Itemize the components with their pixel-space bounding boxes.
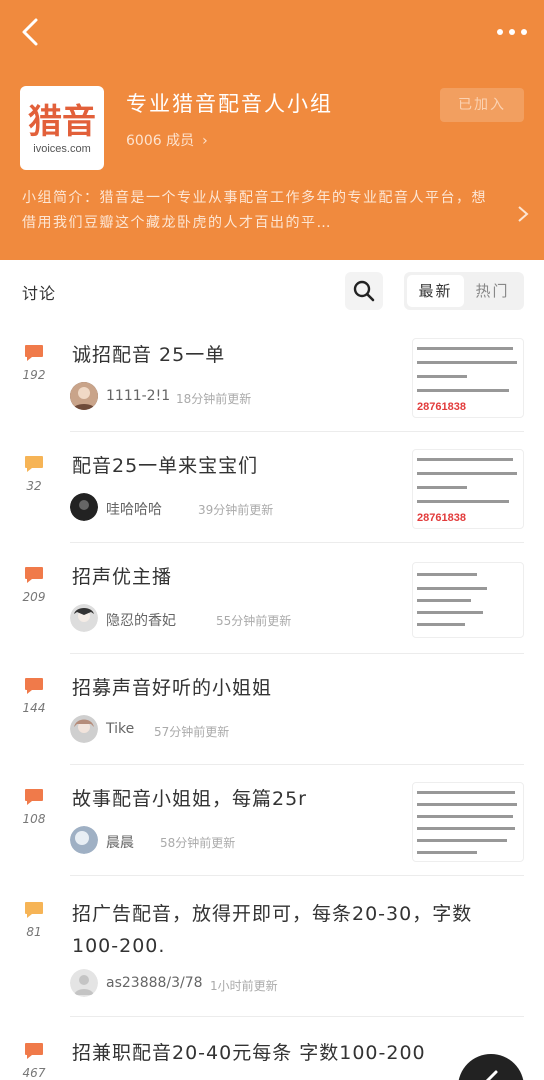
avatar[interactable] bbox=[70, 715, 98, 743]
group-header: 猎音 ivoices.com 专业猎音配音人小组 6006 成员 › 已加入 小组… bbox=[0, 0, 544, 260]
comment-icon bbox=[25, 345, 43, 361]
divider bbox=[70, 542, 524, 543]
comment-icon bbox=[25, 567, 43, 583]
post-author[interactable]: as23888/3/78 bbox=[106, 975, 203, 991]
comment-icon bbox=[25, 789, 43, 805]
member-count-text: 6006 成员 bbox=[126, 133, 195, 149]
post-title-continued[interactable]: 100-200. bbox=[72, 929, 165, 963]
reply-count: 144 bbox=[22, 701, 46, 715]
pen-icon bbox=[485, 1070, 498, 1080]
post-thumbnail[interactable]: 28761838 bbox=[412, 449, 524, 529]
joined-button[interactable]: 已加入 bbox=[440, 88, 524, 122]
post-title[interactable]: 诚招配音 25一单 bbox=[72, 338, 225, 372]
divider bbox=[70, 653, 524, 654]
comment-icon bbox=[25, 456, 43, 472]
post-thumbnail[interactable] bbox=[412, 562, 524, 638]
back-button[interactable] bbox=[14, 14, 50, 50]
post-author[interactable]: 1111-2!1 bbox=[106, 388, 170, 404]
list-item[interactable]: 209 招声优主播 隐忍的香妃 55分钟前更新 bbox=[0, 544, 544, 654]
post-author[interactable]: 隐忍的香妃 bbox=[106, 610, 176, 630]
reply-count: 81 bbox=[26, 925, 42, 939]
divider bbox=[70, 1016, 524, 1017]
post-time: 58分钟前更新 bbox=[160, 836, 236, 850]
post-time: 39分钟前更新 bbox=[198, 503, 274, 517]
post-thumbnail[interactable] bbox=[412, 782, 524, 862]
group-logo: 猎音 ivoices.com bbox=[20, 86, 104, 170]
tab-hot[interactable]: 热门 bbox=[464, 275, 521, 307]
post-thumbnail[interactable]: 28761838 bbox=[412, 338, 524, 418]
post-title[interactable]: 招募声音好听的小姐姐 bbox=[72, 671, 272, 705]
post-author[interactable]: Tike bbox=[106, 721, 134, 737]
avatar[interactable] bbox=[70, 969, 98, 997]
comment-icon bbox=[25, 902, 43, 918]
group-name: 专业猎音配音人小组 bbox=[126, 92, 333, 116]
post-title[interactable]: 招声优主播 bbox=[72, 560, 172, 594]
intro-chevron-right-icon[interactable] bbox=[516, 204, 530, 224]
logo-text: 猎音 bbox=[28, 102, 96, 142]
logo-domain: ivoices.com bbox=[33, 143, 91, 155]
thumb-phone: 28761838 bbox=[417, 512, 466, 524]
chevron-left-icon bbox=[22, 18, 38, 46]
divider bbox=[70, 764, 524, 765]
sort-tabs: 最新 热门 bbox=[404, 272, 524, 310]
list-item[interactable]: 144 招募声音好听的小姐姐 Tike 57分钟前更新 bbox=[0, 655, 544, 765]
post-title[interactable]: 故事配音小姐姐，每篇25r bbox=[72, 782, 307, 816]
search-icon bbox=[353, 280, 375, 302]
more-dots-icon bbox=[497, 29, 527, 35]
thumb-phone: 28761838 bbox=[417, 401, 466, 413]
post-time: 57分钟前更新 bbox=[154, 725, 230, 739]
avatar[interactable] bbox=[70, 826, 98, 854]
divider bbox=[70, 431, 524, 432]
group-intro[interactable]: 小组简介：猎音是一个专业从事配音工作多年的专业配音人平台，想借用我们豆瓣这个藏龙… bbox=[22, 186, 498, 238]
list-item[interactable]: 192 诚招配音 25一单 1111-2!1 18分钟前更新 28761838 bbox=[0, 322, 544, 432]
post-time: 55分钟前更新 bbox=[216, 614, 292, 628]
list-item[interactable]: 108 故事配音小姐姐，每篇25r 晨晨 58分钟前更新 bbox=[0, 766, 544, 876]
reply-count: 32 bbox=[26, 479, 42, 493]
comment-icon bbox=[25, 678, 43, 694]
avatar[interactable] bbox=[70, 604, 98, 632]
post-author[interactable]: 晨晨 bbox=[106, 832, 134, 852]
post-title[interactable]: 招兼职配音20-40元每条 字数100-200 bbox=[72, 1036, 426, 1070]
discussion-toolbar: 讨论 最新 热门 bbox=[0, 260, 544, 322]
list-item[interactable]: 32 配音25一单来宝宝们 哇哈哈哈 39分钟前更新 28761838 bbox=[0, 433, 544, 543]
member-count-link[interactable]: 6006 成员 › bbox=[126, 130, 208, 150]
tab-latest[interactable]: 最新 bbox=[407, 275, 464, 307]
avatar[interactable] bbox=[70, 382, 98, 410]
post-title[interactable]: 配音25一单来宝宝们 bbox=[72, 449, 258, 483]
more-button[interactable] bbox=[494, 22, 530, 42]
section-title: 讨论 bbox=[22, 284, 57, 303]
reply-count: 192 bbox=[22, 368, 46, 382]
compose-button[interactable] bbox=[458, 1054, 524, 1080]
post-time: 18分钟前更新 bbox=[176, 392, 252, 406]
avatar[interactable] bbox=[70, 493, 98, 521]
post-title[interactable]: 招广告配音，放得开即可，每条20-30，字数 bbox=[72, 897, 472, 931]
reply-count: 467 bbox=[22, 1066, 46, 1080]
reply-count: 209 bbox=[22, 590, 46, 604]
reply-count: 108 bbox=[22, 812, 46, 826]
search-button[interactable] bbox=[345, 272, 383, 310]
chevron-right-icon: › bbox=[202, 133, 208, 149]
post-time: 1小时前更新 bbox=[210, 979, 278, 993]
list-item[interactable]: 81 招广告配音，放得开即可，每条20-30，字数 100-200. as238… bbox=[0, 877, 544, 1017]
divider bbox=[70, 875, 524, 876]
post-author[interactable]: 哇哈哈哈 bbox=[106, 499, 162, 519]
comment-icon bbox=[25, 1043, 43, 1059]
